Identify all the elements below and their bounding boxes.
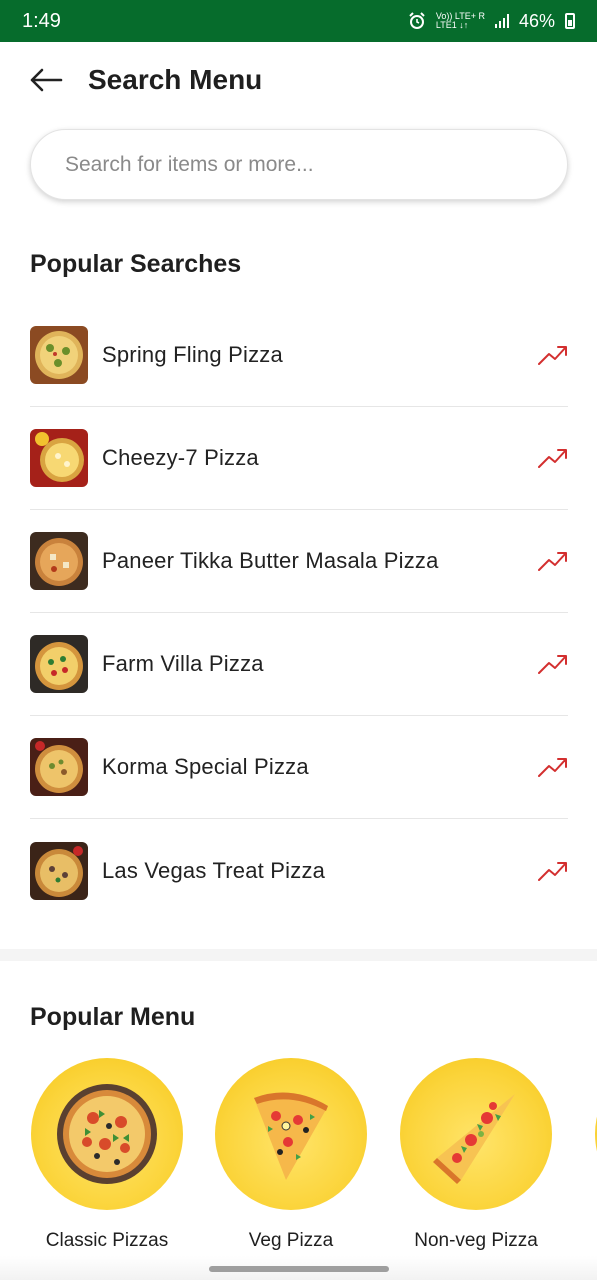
network-status: Vo)) LTE+ R LTE1 ↓↑ (436, 12, 485, 30)
search-item-cheezy-7[interactable]: Cheezy-7 Pizza (30, 407, 568, 510)
menu-item-partial[interactable] (583, 1058, 597, 1230)
section-divider (0, 949, 597, 961)
menu-item-label: Non-veg Pizza (414, 1230, 538, 1251)
search-item-label: Farm Villa Pizza (102, 651, 264, 676)
trending-up-icon (538, 758, 567, 777)
search-box[interactable] (30, 129, 568, 200)
search-item-label: Las Vegas Treat Pizza (102, 857, 326, 883)
popular-searches-list: Spring Fling Pizza Cheezy-7 Pizza Paneer… (30, 304, 568, 922)
search-item-label: Paneer Tikka Butter Masala Pizza (102, 548, 439, 573)
pizza-thumbnail (30, 532, 88, 590)
search-item-korma-special[interactable]: Korma Special Pizza (30, 716, 568, 819)
search-item-farm-villa[interactable]: Farm Villa Pizza (30, 613, 568, 716)
network-bottom-label: LTE1 ↓↑ (435, 20, 469, 30)
search-item-label: Cheezy-7 Pizza (102, 445, 259, 470)
search-input[interactable] (65, 152, 533, 177)
arrow-left-icon (30, 68, 63, 92)
pizza-slice-icon (254, 1092, 328, 1180)
menu-item-classic-pizzas[interactable]: Classic Pizzas (19, 1058, 195, 1252)
battery-icon (565, 13, 575, 29)
popular-menu-title: Popular Menu (30, 1003, 196, 1031)
page-title: Search Menu (88, 64, 263, 95)
signal-icon (494, 14, 509, 28)
popular-searches-title: Popular Searches (30, 250, 242, 278)
pizza-thumbnail (30, 326, 88, 384)
whole-pizza-icon (57, 1084, 157, 1184)
home-indicator[interactable] (209, 1266, 389, 1272)
menu-item-non-veg-pizza[interactable]: Non-veg Pizza (388, 1058, 564, 1252)
menu-item-veg-pizza[interactable]: Veg Pizza (203, 1058, 379, 1252)
trending-up-icon (538, 449, 567, 468)
menu-circle (215, 1058, 367, 1210)
menu-item-label: Classic Pizzas (45, 1230, 169, 1251)
pizza-thumbnail (30, 738, 88, 796)
status-bar: 1:49 Vo)) LTE+ R LTE1 ↓↑ 46% (0, 0, 597, 42)
search-item-paneer-tikka[interactable]: Paneer Tikka Butter Masala Pizza (30, 510, 568, 613)
trending-up-icon (538, 346, 567, 365)
menu-item-label: Veg Pizza (248, 1230, 334, 1251)
pizza-thumbnail (30, 635, 88, 693)
status-icons: Vo)) LTE+ R LTE1 ↓↑ 46% (408, 11, 575, 32)
trending-up-icon (538, 655, 567, 674)
trending-up-icon (538, 552, 567, 571)
back-button[interactable] (28, 62, 64, 98)
alarm-icon (409, 12, 425, 29)
menu-circle (400, 1058, 552, 1210)
search-item-label: Spring Fling Pizza (102, 342, 283, 367)
popular-menu-carousel[interactable]: Classic Pizzas Veg Pizza Non-veg Pizza (0, 1058, 597, 1258)
battery-percent: 46% (518, 10, 555, 31)
pizza-thumbnail (30, 429, 88, 487)
menu-circle (31, 1058, 183, 1210)
pizza-slice-icon (433, 1094, 515, 1184)
search-item-spring-fling[interactable]: Spring Fling Pizza (30, 304, 568, 407)
status-time: 1:49 (22, 9, 61, 32)
pizza-thumbnail (30, 841, 88, 900)
header: Search Menu (28, 60, 569, 100)
trending-up-icon (538, 861, 567, 881)
search-item-label: Korma Special Pizza (102, 754, 309, 779)
search-item-las-vegas-treat[interactable]: Las Vegas Treat Pizza (30, 819, 568, 922)
